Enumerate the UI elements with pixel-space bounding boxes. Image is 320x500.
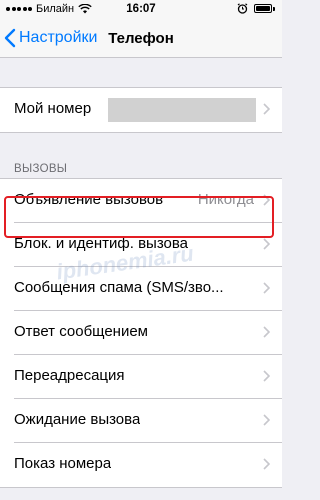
spam-messages-row[interactable]: Сообщения спама (SMS/зво... xyxy=(0,267,282,311)
my-number-group: Мой номер xyxy=(0,87,282,133)
respond-with-text-row[interactable]: Ответ сообщением xyxy=(0,311,282,355)
call-blocking-label: Блок. и идентиф. вызова xyxy=(14,235,189,252)
announce-calls-label: Объявление вызовов xyxy=(14,191,164,208)
call-waiting-row[interactable]: Ожидание вызова xyxy=(0,399,282,443)
spam-messages-label: Сообщения спама (SMS/зво... xyxy=(14,279,224,296)
announce-calls-row[interactable]: Объявление вызовов Никогда xyxy=(0,179,282,223)
chevron-right-icon xyxy=(263,370,270,382)
battery-icon xyxy=(254,3,276,14)
page-title: Телефон xyxy=(108,30,174,47)
show-caller-id-row[interactable]: Показ номера xyxy=(0,443,282,487)
chevron-right-icon xyxy=(263,238,270,250)
call-forwarding-row[interactable]: Переадресация xyxy=(0,355,282,399)
call-waiting-label: Ожидание вызова xyxy=(14,411,141,428)
chevron-right-icon xyxy=(263,414,270,426)
call-forwarding-label: Переадресация xyxy=(14,367,125,384)
calls-section-header: ВЫЗОВЫ xyxy=(14,163,68,175)
my-number-row[interactable]: Мой номер xyxy=(0,88,282,132)
chevron-right-icon xyxy=(263,326,270,338)
alarm-icon xyxy=(237,3,248,14)
show-caller-id-label: Показ номера xyxy=(14,455,112,472)
status-bar: Билайн 16:07 xyxy=(0,0,282,20)
my-number-label: Мой номер xyxy=(14,100,92,117)
call-blocking-row[interactable]: Блок. и идентиф. вызова xyxy=(0,223,282,267)
chevron-right-icon xyxy=(263,194,270,206)
navigation-bar: Настройки Телефон xyxy=(0,20,282,58)
chevron-right-icon xyxy=(263,458,270,470)
calls-group: Объявление вызовов Никогда Блок. и идент… xyxy=(0,178,282,488)
chevron-right-icon xyxy=(263,282,270,294)
chevron-right-icon xyxy=(263,103,270,115)
respond-with-text-label: Ответ сообщением xyxy=(14,323,148,340)
phone-number-redacted xyxy=(108,98,256,122)
announce-calls-value: Никогда xyxy=(197,191,254,208)
